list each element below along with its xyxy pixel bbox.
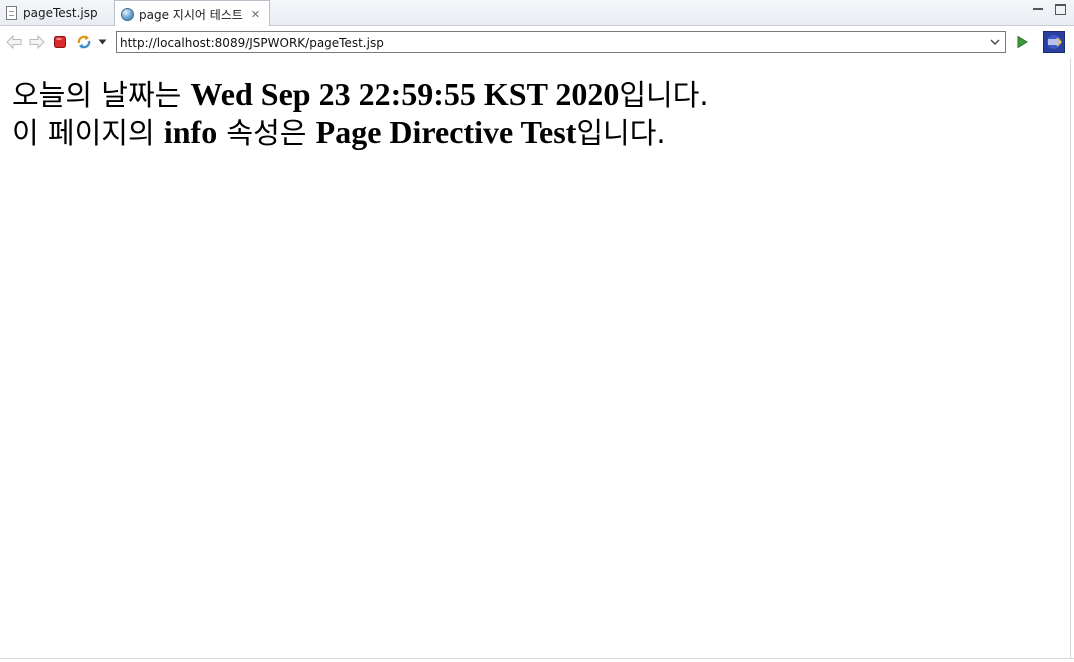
tab-pagetest-jsp[interactable]: pageTest.jsp (0, 0, 114, 26)
info-line: 이 페이지의 info 속성은 Page Directive Test입니다. (12, 114, 1062, 152)
view-right-border (1070, 58, 1071, 658)
url-input[interactable] (117, 33, 980, 53)
url-history-dropdown[interactable] (987, 34, 1003, 50)
refresh-button[interactable] (75, 33, 93, 51)
minimize-icon[interactable] (1033, 4, 1043, 14)
globe-icon (121, 7, 134, 21)
stop-icon (54, 36, 66, 48)
browser-toolbar (0, 26, 1074, 58)
jsp-file-icon (6, 6, 17, 20)
go-play-icon (1017, 35, 1028, 49)
info-prefix: 이 페이지의 (12, 116, 164, 150)
date-prefix: 오늘의 날짜는 (12, 78, 191, 112)
editor-tab-bar: pageTest.jsp page 지시어 테스트 ✕ (0, 0, 1074, 27)
window-controls (1033, 4, 1066, 15)
maximize-icon[interactable] (1055, 4, 1066, 15)
stop-button[interactable] (51, 33, 69, 51)
view-bottom-border (0, 658, 1074, 659)
eclipse-icon (1043, 31, 1065, 53)
forward-arrow-icon (29, 35, 45, 49)
dropdown-arrow-icon (98, 39, 106, 45)
date-value: Wed Sep 23 22:59:55 KST 2020 (190, 76, 620, 112)
refresh-dropdown-button[interactable] (95, 33, 109, 51)
tab-label: pageTest.jsp (23, 6, 98, 20)
info-middle: 속성은 (217, 116, 316, 150)
info-suffix: 입니다. (576, 116, 666, 150)
back-arrow-icon (6, 35, 22, 49)
date-suffix: 입니다. (619, 78, 709, 112)
forward-button[interactable] (28, 33, 46, 51)
date-line: 오늘의 날짜는 Wed Sep 23 22:59:55 KST 2020입니다. (12, 76, 1062, 114)
back-button[interactable] (5, 33, 23, 51)
url-bar[interactable] (116, 31, 1006, 53)
page-content: 오늘의 날짜는 Wed Sep 23 22:59:55 KST 2020입니다.… (12, 76, 1062, 152)
tab-label: page 지시어 테스트 (139, 7, 243, 22)
go-button[interactable] (1013, 33, 1031, 51)
info-word: info (163, 114, 218, 150)
tab-page-directive-test[interactable]: page 지시어 테스트 ✕ (114, 0, 270, 27)
info-value: Page Directive Test (315, 114, 577, 150)
refresh-icon (77, 35, 91, 49)
eclipse-browser-button[interactable] (1043, 31, 1065, 53)
chevron-down-icon (990, 39, 1000, 45)
close-tab-icon[interactable]: ✕ (251, 8, 260, 21)
